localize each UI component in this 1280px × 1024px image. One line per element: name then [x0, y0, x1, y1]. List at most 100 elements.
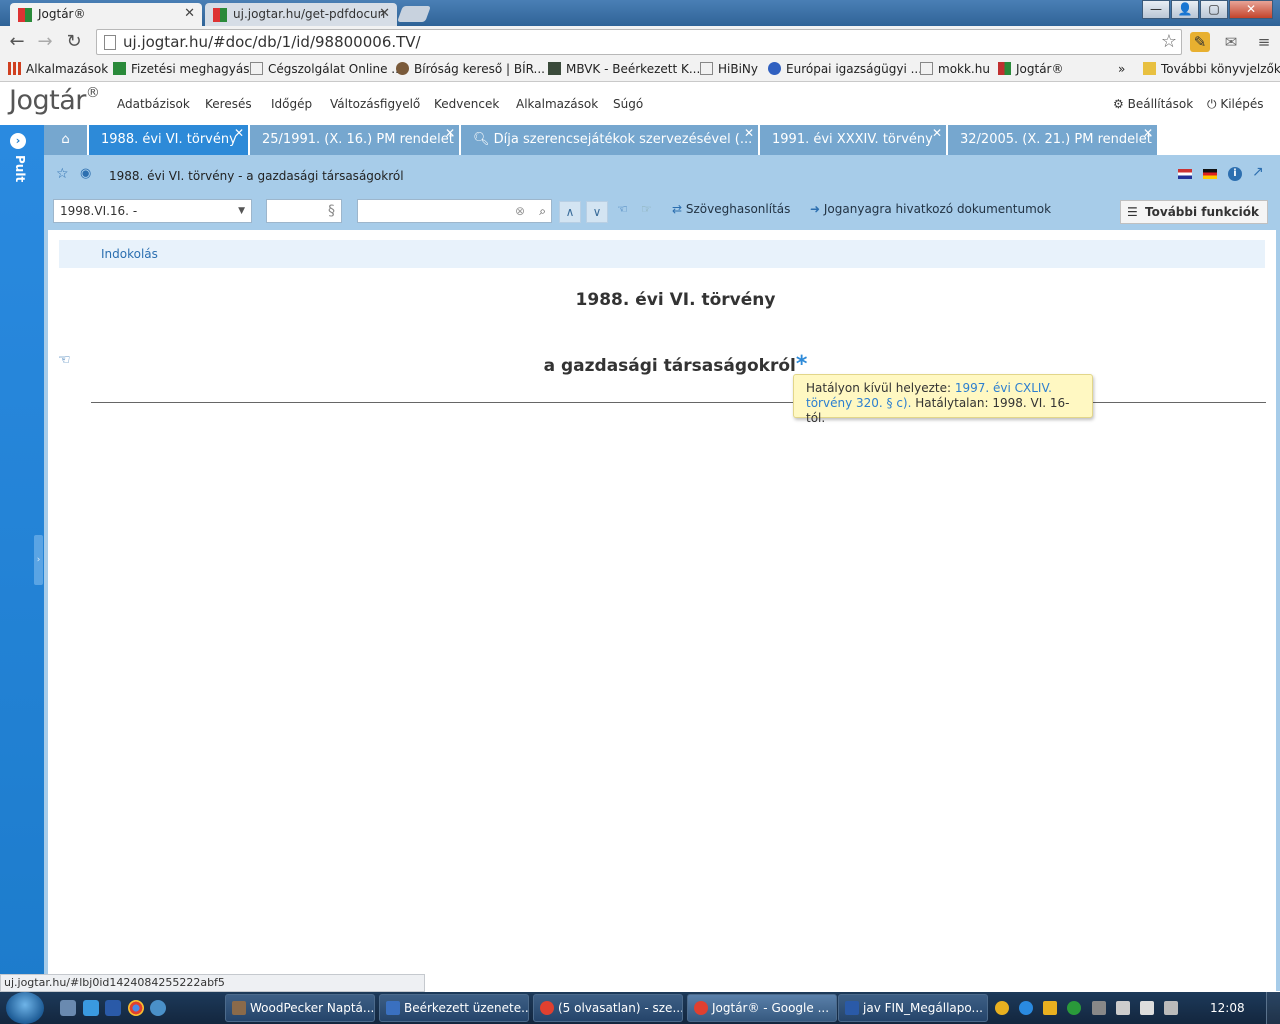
- bookmark-hibiny[interactable]: HiBiNy: [700, 62, 758, 76]
- search-icon[interactable]: ⌕: [539, 200, 546, 222]
- date-select[interactable]: 1998.VI.16. - ▼: [53, 199, 252, 223]
- outlook-icon[interactable]: [150, 1000, 166, 1016]
- close-icon[interactable]: ✕: [445, 125, 455, 148]
- extension-icon[interactable]: ✎: [1190, 32, 1210, 52]
- tray-icon[interactable]: [995, 1001, 1009, 1015]
- word-icon[interactable]: [105, 1000, 121, 1016]
- doc-tab-32-2005[interactable]: 32/2005. (X. 21.) PM rendelet ✕: [948, 125, 1158, 155]
- doc-search-input[interactable]: ⊗ ⌕: [357, 199, 552, 223]
- settings-link[interactable]: ⚙ Beállítások: [1113, 97, 1193, 111]
- chevron-right-icon[interactable]: ›: [10, 133, 26, 149]
- pult-sidebar[interactable]: › Pult ›: [0, 125, 44, 991]
- document-tabs: ⌂ 1988. évi VI. törvény ✕ 25/1991. (X. 16…: [44, 125, 1280, 155]
- info-icon[interactable]: i: [1228, 167, 1242, 181]
- hamburger-icon: ☰: [1127, 205, 1138, 219]
- browser-tab-pdf[interactable]: uj.jogtar.hu/get-pdfdocun ✕: [205, 3, 397, 26]
- more-functions-button[interactable]: ☰ További funkciók: [1120, 200, 1268, 224]
- forward-arrow-icon[interactable]: →: [34, 31, 56, 53]
- sidebar-resize-handle[interactable]: ›: [34, 535, 43, 585]
- bookmark-fizetesi[interactable]: Fizetési meghagyás: [113, 62, 250, 76]
- bookmark-europai[interactable]: Európai igazságügyi ...: [768, 62, 922, 76]
- bookmark-other[interactable]: További könyvjelzők: [1143, 62, 1280, 76]
- law-subtitle: a gazdasági társaságokról*: [543, 352, 808, 377]
- nav-adatbazisok[interactable]: Adatbázisok: [117, 97, 190, 111]
- close-window-button[interactable]: ✕: [1229, 0, 1273, 19]
- ie-icon[interactable]: [83, 1000, 99, 1016]
- maximize-button[interactable]: ▢: [1200, 0, 1228, 19]
- next-hit-button[interactable]: ∨: [586, 201, 608, 223]
- new-tab-button[interactable]: [397, 6, 431, 22]
- bookmark-cegszolgalat[interactable]: Cégszolgálat Online ...: [250, 62, 403, 76]
- logout-link[interactable]: ⏻ Kilépés: [1207, 97, 1264, 112]
- menu-icon[interactable]: ≡: [1254, 32, 1274, 52]
- tab-close-icon[interactable]: ✕: [379, 3, 390, 25]
- doc-tab-1991-xxxiv[interactable]: 1991. évi XXXIV. törvény ✕: [760, 125, 947, 155]
- nav-alkalmazasok[interactable]: Alkalmazások: [516, 97, 598, 111]
- address-bar[interactable]: ☆: [96, 29, 1182, 55]
- bookmark-mokk[interactable]: mokk.hu: [920, 62, 990, 76]
- url-input[interactable]: [123, 32, 1153, 52]
- prev-hit-button[interactable]: ∧: [559, 201, 581, 223]
- volume-icon[interactable]: [1116, 1001, 1130, 1015]
- reload-icon[interactable]: ↻: [63, 31, 85, 53]
- referring-docs-button[interactable]: ➜ Joganyagra hivatkozó dokumentumok: [810, 202, 1051, 216]
- close-icon[interactable]: ✕: [234, 125, 244, 148]
- doc-tab-1988-vi[interactable]: 1988. évi VI. törvény ✕: [89, 125, 249, 155]
- doc-toolbar: 1998.VI.16. - ▼ § ⊗ ⌕ ∧ ∨ ☜ ☞ ⇄ Szövegha…: [44, 195, 1280, 229]
- doc-tab-search[interactable]: 🔍︎ Díja szerencsejátékok szervezésével (…: [461, 125, 759, 155]
- taskbar-item-gmail[interactable]: (5 olvasatlan) - sze...: [533, 994, 683, 1022]
- taskbar-item-word[interactable]: jav FIN_Megállapo...: [838, 994, 988, 1022]
- show-desktop-button[interactable]: [1266, 992, 1280, 1024]
- taskbar-item-inbox[interactable]: Beérkezett üzenete...: [379, 994, 529, 1022]
- bookmark-overflow-chevron[interactable]: »: [1118, 62, 1125, 76]
- pointing-hand-right-icon[interactable]: ☞: [641, 202, 652, 216]
- bookmark-mbvk[interactable]: MBVK - Beérkezett K...: [548, 62, 700, 76]
- show-desktop-icon[interactable]: [60, 1000, 76, 1016]
- compare-button[interactable]: ⇄ Szöveghasonlítás: [672, 202, 790, 216]
- nav-kereses[interactable]: Keresés: [205, 97, 252, 111]
- nav-valtozasfigyelo[interactable]: Változásfigyelő: [330, 97, 420, 111]
- eye-icon[interactable]: ◉: [80, 166, 91, 181]
- indokolas-bar: Indokolás: [59, 240, 1265, 268]
- nav-idogep[interactable]: Időgép: [271, 97, 312, 111]
- bookmark-apps[interactable]: Alkalmazások: [8, 62, 108, 76]
- indokolas-link[interactable]: Indokolás: [101, 247, 158, 261]
- taskbar-item-jogtar[interactable]: Jogtár® - Google ...: [687, 994, 837, 1022]
- jogtar-logo[interactable]: Jogtár®: [9, 85, 100, 116]
- home-tab[interactable]: ⌂: [44, 125, 88, 155]
- gmail-icon[interactable]: ✉: [1221, 32, 1241, 52]
- bookmark-birosag[interactable]: Bíróság kereső | BÍR...: [396, 62, 545, 76]
- english-flag-icon[interactable]: [1178, 169, 1192, 179]
- minimize-button[interactable]: —: [1142, 0, 1170, 19]
- clear-icon[interactable]: ⊗: [515, 200, 525, 222]
- nav-kedvencek[interactable]: Kedvencek: [434, 97, 499, 111]
- jogtar-favicon-icon: [998, 62, 1011, 75]
- doc-tab-25-1991[interactable]: 25/1991. (X. 16.) PM rendelet ✕: [250, 125, 460, 155]
- pointing-hand-left-icon[interactable]: ☜: [617, 202, 628, 216]
- bookmark-star-icon[interactable]: ☆: [1161, 31, 1177, 52]
- close-icon[interactable]: ✕: [1143, 125, 1153, 148]
- section-input[interactable]: §: [266, 199, 342, 223]
- close-icon[interactable]: ✕: [744, 125, 754, 148]
- taskbar-item-woodpecker[interactable]: WoodPecker Naptá...: [225, 994, 375, 1022]
- flag-icon[interactable]: [1140, 1001, 1154, 1015]
- tab-close-icon[interactable]: ✕: [184, 3, 195, 25]
- browser-tab-jogtar[interactable]: Jogtár® ✕: [10, 3, 202, 26]
- user-button[interactable]: 👤: [1171, 0, 1199, 19]
- jogtar-favicon-icon: [213, 8, 227, 22]
- german-flag-icon[interactable]: [1203, 169, 1217, 179]
- chrome-icon[interactable]: [128, 1000, 144, 1016]
- tray-icon[interactable]: [1019, 1001, 1033, 1015]
- star-icon[interactable]: ☆: [56, 166, 69, 182]
- external-link-icon[interactable]: ↗: [1252, 164, 1264, 180]
- tray-icon[interactable]: [1043, 1001, 1057, 1015]
- network-icon[interactable]: [1164, 1001, 1178, 1015]
- close-icon[interactable]: ✕: [932, 125, 942, 148]
- tray-icon[interactable]: [1067, 1001, 1081, 1015]
- keyboard-icon[interactable]: [1092, 1001, 1106, 1015]
- windows-start-button[interactable]: [6, 992, 44, 1024]
- back-arrow-icon[interactable]: ←: [6, 31, 28, 53]
- nav-sugo[interactable]: Súgó: [613, 97, 643, 111]
- clock[interactable]: 12:08: [1210, 1001, 1245, 1015]
- bookmark-jogtar[interactable]: Jogtár®: [998, 62, 1064, 76]
